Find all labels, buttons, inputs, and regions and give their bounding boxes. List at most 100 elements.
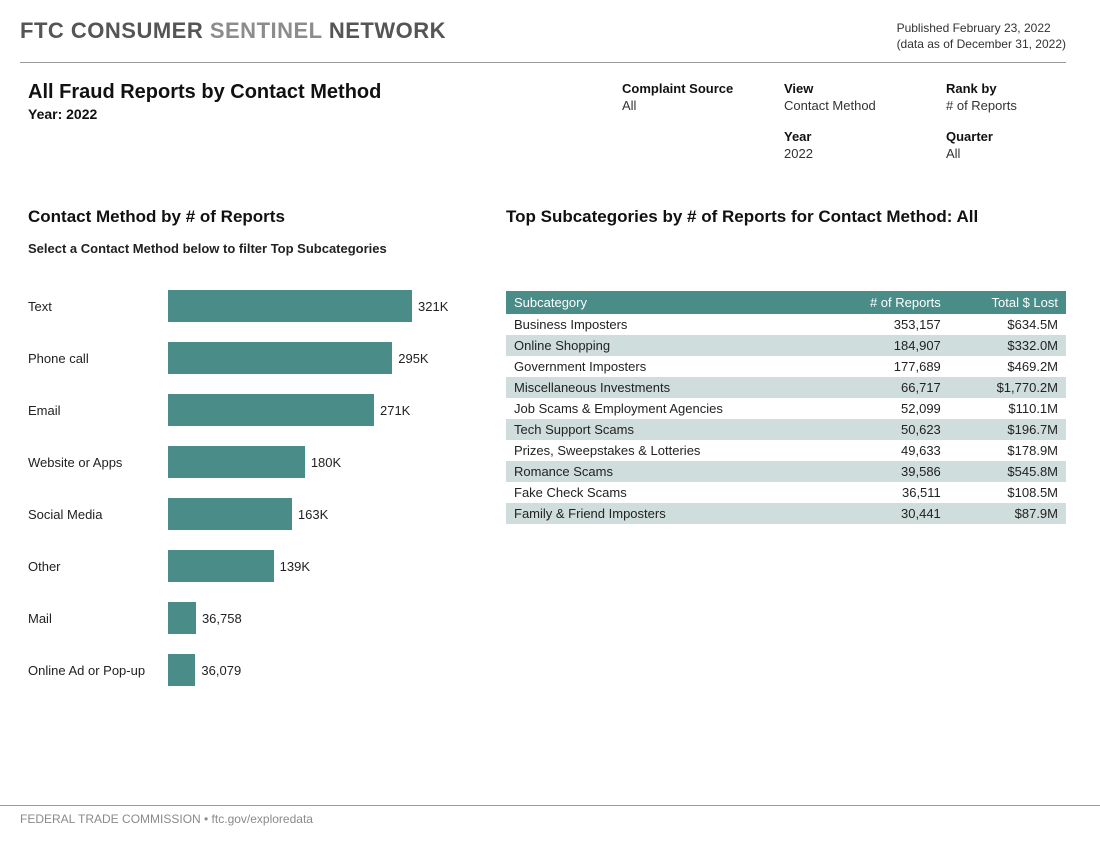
bar-value: 36,758 bbox=[202, 611, 242, 626]
cell-subcategory: Fake Check Scams bbox=[506, 482, 825, 503]
cell-reports: 177,689 bbox=[825, 356, 948, 377]
filter-label: Complaint Source bbox=[622, 81, 772, 96]
bar-row[interactable]: Text 321K bbox=[28, 280, 468, 332]
bar-row[interactable]: Phone call295K bbox=[28, 332, 468, 384]
filter-label: Quarter bbox=[946, 129, 1066, 144]
filter-label: Rank by bbox=[946, 81, 1066, 96]
bar-row[interactable]: Social Media 163K bbox=[28, 488, 468, 540]
bar-chart: Text 321K Phone call295K Email 271K Website o… bbox=[28, 280, 468, 696]
cell-reports: 52,099 bbox=[825, 398, 948, 419]
bar-row[interactable]: Mail36,758 bbox=[28, 592, 468, 644]
col-total-lost: Total $ Lost bbox=[949, 291, 1066, 314]
bar-track: 163K bbox=[168, 498, 468, 530]
cell-reports: 66,717 bbox=[825, 377, 948, 398]
cell-reports: 30,441 bbox=[825, 503, 948, 524]
bar-category: Other bbox=[28, 559, 168, 574]
table-row[interactable]: Tech Support Scams50,623$196.7M bbox=[506, 419, 1066, 440]
page-title: All Fraud Reports by Contact Method bbox=[28, 81, 381, 104]
bar-track: 139K bbox=[168, 550, 468, 582]
col-subcategory: Subcategory bbox=[506, 291, 825, 314]
bar-category: Website or Apps bbox=[28, 455, 168, 470]
bar-fill bbox=[168, 550, 274, 582]
table-row[interactable]: Family & Friend Imposters30,441$87.9M bbox=[506, 503, 1066, 524]
filter-value: All bbox=[946, 146, 1066, 161]
bar-track: 36,758 bbox=[168, 602, 468, 634]
cell-reports: 353,157 bbox=[825, 314, 948, 335]
bar-track: 321K bbox=[168, 290, 468, 322]
chart-hint: Select a Contact Method below to filter … bbox=[28, 241, 468, 256]
cell-subcategory: Government Imposters bbox=[506, 356, 825, 377]
cell-reports: 50,623 bbox=[825, 419, 948, 440]
filter-value: Contact Method bbox=[784, 98, 934, 113]
table-row[interactable]: Prizes, Sweepstakes & Lotteries49,633$17… bbox=[506, 440, 1066, 461]
cell-subcategory: Miscellaneous Investments bbox=[506, 377, 825, 398]
filter-label: Year bbox=[784, 129, 934, 144]
cell-subcategory: Job Scams & Employment Agencies bbox=[506, 398, 825, 419]
bar-track: 271K bbox=[168, 394, 468, 426]
cell-subcategory: Business Imposters bbox=[506, 314, 825, 335]
cell-reports: 49,633 bbox=[825, 440, 948, 461]
bar-category: Text bbox=[28, 299, 168, 314]
bar-row[interactable]: Website or Apps180K bbox=[28, 436, 468, 488]
cell-total-lost: $545.8M bbox=[949, 461, 1066, 482]
left-panel: Contact Method by # of Reports Select a … bbox=[28, 207, 468, 696]
bar-category: Social Media bbox=[28, 507, 168, 522]
cell-total-lost: $178.9M bbox=[949, 440, 1066, 461]
bar-track: 295K bbox=[168, 342, 468, 374]
bar-row[interactable]: Online Ad or Pop-up36,079 bbox=[28, 644, 468, 696]
table-row[interactable]: Online Shopping184,907$332.0M bbox=[506, 335, 1066, 356]
filter-value: All bbox=[622, 98, 772, 113]
bar-value: 295K bbox=[398, 351, 428, 366]
filter-value: # of Reports bbox=[946, 98, 1066, 113]
published-line: Published February 23, 2022 bbox=[897, 20, 1066, 36]
cell-total-lost: $634.5M bbox=[949, 314, 1066, 335]
table-row[interactable]: Romance Scams39,586$545.8M bbox=[506, 461, 1066, 482]
filter-rank-by[interactable]: Rank by # of Reports bbox=[946, 81, 1066, 113]
bar-fill bbox=[168, 342, 392, 374]
as-of-line: (data as of December 31, 2022) bbox=[897, 36, 1066, 52]
cell-total-lost: $1,770.2M bbox=[949, 377, 1066, 398]
cell-subcategory: Family & Friend Imposters bbox=[506, 503, 825, 524]
bar-value: 271K bbox=[380, 403, 410, 418]
cell-total-lost: $110.1M bbox=[949, 398, 1066, 419]
bar-fill bbox=[168, 394, 374, 426]
bar-row[interactable]: Email 271K bbox=[28, 384, 468, 436]
cell-reports: 184,907 bbox=[825, 335, 948, 356]
cell-total-lost: $332.0M bbox=[949, 335, 1066, 356]
filter-quarter[interactable]: Quarter All bbox=[946, 129, 1066, 161]
filter-label: View bbox=[784, 81, 934, 96]
cell-total-lost: $196.7M bbox=[949, 419, 1066, 440]
table-row[interactable]: Job Scams & Employment Agencies52,099$11… bbox=[506, 398, 1066, 419]
brand-prefix: FTC CONSUMER bbox=[20, 18, 210, 43]
footer-text: FEDERAL TRADE COMMISSION • ftc.gov/explo… bbox=[20, 812, 313, 826]
brand-title: FTC CONSUMER SENTINEL NETWORK bbox=[20, 18, 446, 44]
table-row[interactable]: Miscellaneous Investments66,717$1,770.2M bbox=[506, 377, 1066, 398]
table-row[interactable]: Fake Check Scams36,511$108.5M bbox=[506, 482, 1066, 503]
filter-complaint-source[interactable]: Complaint Source All bbox=[622, 81, 772, 113]
col-reports: # of Reports bbox=[825, 291, 948, 314]
bar-value: 163K bbox=[298, 507, 328, 522]
filter-view[interactable]: View Contact Method bbox=[784, 81, 934, 113]
bar-fill bbox=[168, 498, 292, 530]
cell-subcategory: Online Shopping bbox=[506, 335, 825, 356]
brand-suffix: NETWORK bbox=[322, 18, 446, 43]
bar-fill bbox=[168, 654, 195, 686]
subcategory-table: Subcategory # of Reports Total $ Lost Bu… bbox=[506, 291, 1066, 524]
table-row[interactable]: Business Imposters353,157$634.5M bbox=[506, 314, 1066, 335]
page-year: Year: 2022 bbox=[28, 106, 381, 122]
cell-subcategory: Tech Support Scams bbox=[506, 419, 825, 440]
bar-fill bbox=[168, 290, 412, 322]
filter-year[interactable]: Year 2022 bbox=[784, 129, 934, 161]
filter-value: 2022 bbox=[784, 146, 934, 161]
bar-row[interactable]: Other139K bbox=[28, 540, 468, 592]
bar-track: 36,079 bbox=[168, 654, 468, 686]
table-header-row: Subcategory # of Reports Total $ Lost bbox=[506, 291, 1066, 314]
cell-total-lost: $108.5M bbox=[949, 482, 1066, 503]
header: FTC CONSUMER SENTINEL NETWORK Published … bbox=[20, 18, 1066, 63]
table-row[interactable]: Government Imposters177,689$469.2M bbox=[506, 356, 1066, 377]
bar-value: 321K bbox=[418, 299, 448, 314]
brand-mid: SENTINEL bbox=[210, 18, 322, 43]
title-block: All Fraud Reports by Contact Method Year… bbox=[28, 81, 381, 161]
bar-category: Email bbox=[28, 403, 168, 418]
chart-title: Contact Method by # of Reports bbox=[28, 207, 468, 227]
